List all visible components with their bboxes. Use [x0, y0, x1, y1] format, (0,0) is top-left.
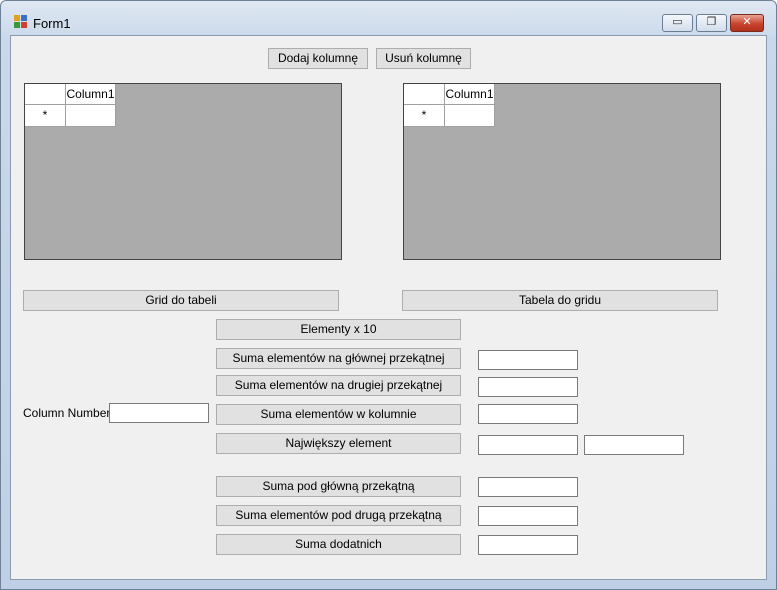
below-main-diagonal-sum-button[interactable]: Suma pod główną przekątną [216, 476, 461, 497]
title-bar[interactable]: Form1 ▭ ❐ ✕ [1, 1, 776, 33]
elements-x10-button[interactable]: Elementy x 10 [216, 319, 461, 340]
column-number-input[interactable] [109, 403, 209, 423]
table-to-grid-button[interactable]: Tabela do gridu [402, 290, 718, 311]
add-column-button[interactable]: Dodaj kolumnę [268, 48, 368, 69]
max-element-button[interactable]: Największy element [216, 433, 461, 454]
below-second-diagonal-sum-button[interactable]: Suma elementów pod drugą przekątną [216, 505, 461, 526]
form1-window: Form1 ▭ ❐ ✕ Dodaj kolumnę Usuń kolumnę C… [0, 0, 777, 590]
main-diagonal-sum-output[interactable] [478, 350, 578, 370]
close-icon: ✕ [742, 15, 752, 28]
positive-sum-button[interactable]: Suma dodatnich [216, 534, 461, 555]
max-element-position-output[interactable] [584, 435, 684, 455]
grid-cell[interactable] [445, 105, 495, 127]
grid-column-header[interactable]: Column1 [445, 84, 495, 105]
app-icon [14, 15, 28, 29]
grid-to-table-button[interactable]: Grid do tabeli [23, 290, 339, 311]
window-title: Form1 [33, 16, 71, 31]
column-sum-button[interactable]: Suma elementów w kolumnie [216, 404, 461, 425]
grid-column-header[interactable]: Column1 [66, 84, 116, 105]
column-number-label: Column Number [23, 406, 111, 420]
left-data-grid[interactable]: Column1 * [24, 83, 342, 260]
grid-cell[interactable] [66, 105, 116, 127]
grid-corner-header[interactable] [404, 84, 445, 105]
minimize-button[interactable]: ▭ [662, 14, 693, 32]
grid-row-header-new[interactable]: * [404, 105, 445, 127]
minimize-icon: ▭ [672, 15, 683, 28]
grid-row-header-new[interactable]: * [25, 105, 66, 127]
grid-corner-header[interactable] [25, 84, 66, 105]
maximize-button[interactable]: ❐ [696, 14, 727, 32]
max-element-value-output[interactable] [478, 435, 578, 455]
second-diagonal-sum-output[interactable] [478, 377, 578, 397]
column-sum-output[interactable] [478, 404, 578, 424]
form-client-area: Dodaj kolumnę Usuń kolumnę Column1 * Col… [10, 35, 767, 580]
right-data-grid[interactable]: Column1 * [403, 83, 721, 260]
new-row-marker: * [42, 108, 48, 122]
maximize-icon: ❐ [706, 15, 717, 28]
second-diagonal-sum-button[interactable]: Suma elementów na drugiej przekątnej [216, 375, 461, 396]
below-second-sum-output[interactable] [478, 506, 578, 526]
remove-column-button[interactable]: Usuń kolumnę [376, 48, 471, 69]
below-main-sum-output[interactable] [478, 477, 578, 497]
new-row-marker: * [421, 108, 427, 122]
close-button[interactable]: ✕ [730, 14, 764, 32]
main-diagonal-sum-button[interactable]: Suma elementów na głównej przekątnej [216, 348, 461, 369]
positive-sum-output[interactable] [478, 535, 578, 555]
